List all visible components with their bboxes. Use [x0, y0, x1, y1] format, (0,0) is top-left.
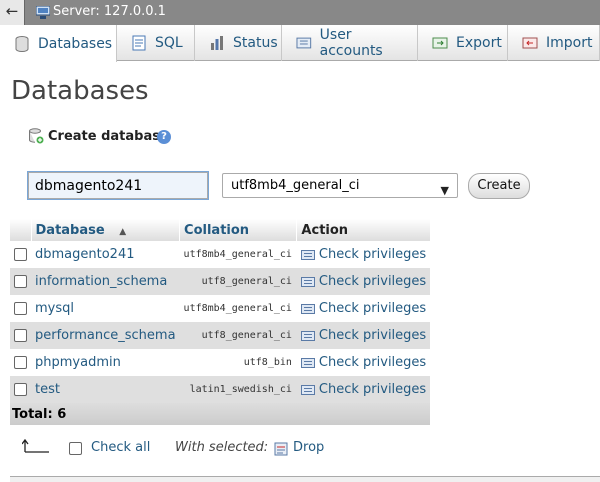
check-privileges-label: Check privileges: [318, 382, 427, 397]
row-select-cell: [10, 376, 31, 403]
table-row: phpmyadmin utf8_bin Check privileges: [10, 349, 431, 376]
server-label[interactable]: Server: 127.0.0.1: [53, 4, 166, 19]
check-privileges-label: Check privileges: [318, 274, 427, 289]
drop-button[interactable]: Drop: [293, 440, 324, 455]
database-icon: [15, 35, 29, 52]
database-collation: utf8_general_ci: [179, 322, 297, 349]
table-row: performance_schema utf8_general_ci Check p…: [10, 322, 431, 349]
row-select-cell: [10, 349, 31, 376]
database-name-input[interactable]: [27, 171, 209, 200]
create-database-label: Create database: [48, 128, 169, 144]
collation-select-value: utf8mb4_general_ci: [231, 178, 360, 193]
server-icon: [36, 6, 50, 19]
check-privileges-link[interactable]: Check privileges: [296, 322, 431, 349]
database-name-link[interactable]: mysql: [31, 295, 180, 322]
privileges-icon: [300, 357, 315, 368]
database-collation: utf8_bin: [179, 349, 297, 376]
table-row: test latin1_swedish_ci Check privileges: [10, 376, 431, 403]
database-header-label: Database: [35, 222, 105, 238]
privileges-icon: [300, 276, 315, 287]
action-column-header: Action: [296, 219, 431, 241]
database-name-link[interactable]: dbmagento241: [31, 241, 180, 268]
database-collation: utf8mb4_general_ci: [179, 295, 297, 322]
check-privileges-label: Check privileges: [318, 355, 427, 370]
privileges-icon: [300, 249, 315, 260]
database-collation: latin1_swedish_ci: [179, 376, 297, 403]
server-bar: ← Server: 127.0.0.1: [0, 0, 600, 25]
main-tabs: Databases SQL Status User accounts Expor…: [0, 25, 600, 62]
tab-label: User accounts: [319, 27, 383, 59]
chevron-down-icon: ▼: [440, 184, 449, 197]
row-select-cell: [10, 268, 31, 295]
row-checkbox[interactable]: [14, 248, 27, 261]
row-select-cell: [10, 241, 31, 268]
collation-column-header[interactable]: Collation: [179, 219, 298, 241]
tab-label: Export: [456, 35, 502, 51]
database-column-header[interactable]: Database ▲: [31, 219, 181, 241]
create-button[interactable]: Create: [468, 173, 530, 199]
tab-export[interactable]: Export: [418, 25, 508, 61]
collation-select[interactable]: utf8mb4_general_ci ▼: [222, 173, 458, 198]
tab-status[interactable]: Status: [195, 25, 282, 61]
drop-icon: [274, 442, 288, 456]
with-selected-label: With selected:: [175, 440, 269, 455]
check-privileges-link[interactable]: Check privileges: [296, 241, 431, 268]
table-row: information_schema utf8_general_ci Check p…: [10, 268, 431, 295]
collapse-nav-button[interactable]: ←: [0, 0, 25, 25]
status-icon: [211, 36, 223, 50]
tab-label: SQL: [155, 35, 183, 51]
check-privileges-link[interactable]: Check privileges: [296, 376, 431, 403]
add-database-icon: [29, 128, 44, 144]
console-bar: [10, 476, 600, 482]
check-privileges-label: Check privileges: [318, 328, 427, 343]
check-privileges-label: Check privileges: [318, 247, 427, 262]
row-checkbox[interactable]: [14, 302, 27, 315]
tab-label: Import: [546, 35, 593, 51]
tab-databases[interactable]: Databases: [0, 25, 117, 62]
sql-icon: [132, 35, 146, 51]
check-privileges-link[interactable]: Check privileges: [296, 268, 431, 295]
select-arrow-icon: [22, 438, 49, 453]
database-name-link[interactable]: test: [31, 376, 180, 403]
import-icon: [522, 37, 538, 49]
database-name-link[interactable]: information_schema: [31, 268, 180, 295]
database-collation: utf8_general_ci: [179, 268, 297, 295]
database-collation: utf8mb4_general_ci: [179, 241, 297, 268]
table-row: dbmagento241 utf8mb4_general_ci Check priv…: [10, 241, 431, 268]
table-row: mysql utf8mb4_general_ci Check privileges: [10, 295, 431, 322]
privileges-icon: [300, 303, 315, 314]
tab-user-accounts[interactable]: User accounts: [282, 25, 418, 61]
row-checkbox[interactable]: [14, 356, 27, 369]
export-icon: [432, 37, 448, 49]
check-privileges-link[interactable]: Check privileges: [296, 295, 431, 322]
user-accounts-icon: [296, 37, 312, 49]
row-select-cell: [10, 322, 31, 349]
sort-asc-icon: ▲: [119, 226, 127, 237]
select-column-header: [10, 219, 32, 241]
check-all-label[interactable]: Check all: [91, 440, 150, 455]
tab-import[interactable]: Import: [508, 25, 600, 61]
database-name-link[interactable]: performance_schema: [31, 322, 180, 349]
tab-label: Status: [233, 35, 278, 51]
row-checkbox[interactable]: [14, 329, 27, 342]
row-checkbox[interactable]: [14, 383, 27, 396]
databases-table: Database ▲ Collation Action dbmagento241…: [10, 219, 431, 425]
privileges-icon: [300, 330, 315, 341]
check-privileges-label: Check privileges: [318, 301, 427, 316]
help-icon[interactable]: ?: [157, 130, 171, 144]
row-select-cell: [10, 295, 31, 322]
database-name-link[interactable]: phpmyadmin: [31, 349, 180, 376]
check-all-checkbox[interactable]: [69, 442, 82, 455]
tab-sql[interactable]: SQL: [117, 25, 195, 61]
page-title: Databases: [11, 76, 149, 106]
total-count: Total: 6: [10, 403, 431, 425]
tab-label: Databases: [38, 35, 113, 52]
privileges-icon: [300, 384, 315, 395]
check-privileges-link[interactable]: Check privileges: [296, 349, 431, 376]
row-checkbox[interactable]: [14, 275, 27, 288]
create-database-heading: Create database: [28, 128, 169, 144]
bulk-actions-bar: Check all With selected: Drop: [10, 436, 460, 460]
